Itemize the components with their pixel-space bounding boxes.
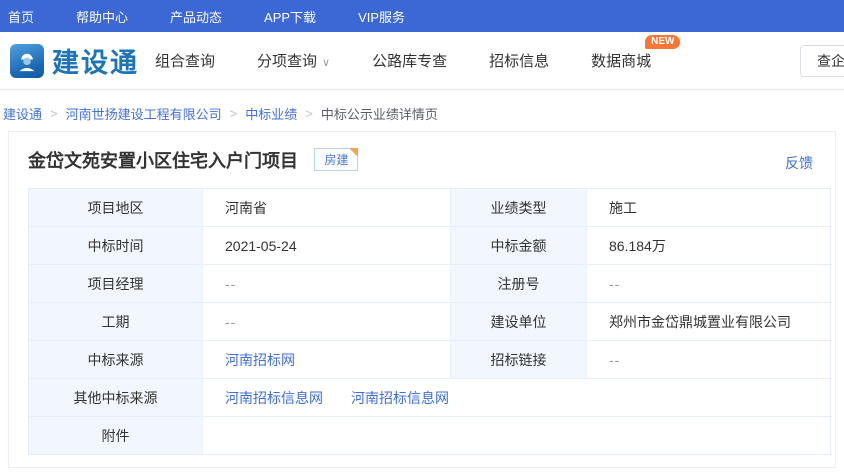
value-attachment xyxy=(202,417,832,455)
brand-name: 建设通 xyxy=(52,41,139,80)
value-win-amount: 86.184万 xyxy=(586,227,832,265)
value-construction-period: -- xyxy=(202,303,450,341)
label-win-date: 中标时间 xyxy=(29,227,202,265)
header-menu: 组合查询 分项查询 ∨ 公路库专查 招标信息 数据商城 NEW xyxy=(155,50,693,71)
value-owner-unit: 郑州市金岱鼎城置业有限公司 xyxy=(586,303,832,341)
breadcrumb-home[interactable]: 建设通 xyxy=(3,104,42,123)
project-info-table: 项目地区 河南省 业绩类型 施工 中标时间 2021-05-24 中标金额 86… xyxy=(28,188,831,455)
chevron-down-icon: ∨ xyxy=(322,57,330,69)
label-owner-unit: 建设单位 xyxy=(450,303,586,341)
top-nav-bar: 首页 帮助中心 产品动态 APP下载 VIP服务 xyxy=(0,0,844,32)
other-source-link-1[interactable]: 河南招标信息网 xyxy=(225,388,323,408)
label-construction-period: 工期 xyxy=(29,303,202,341)
other-source-link-2[interactable]: 河南招标信息网 xyxy=(351,388,449,408)
category-tag: 房建 xyxy=(314,148,358,171)
value-bid-link: -- xyxy=(586,341,832,379)
value-win-date: 2021-05-24 xyxy=(202,227,450,265)
menu-data-mall-label: 数据商城 xyxy=(591,53,651,70)
category-tag-label: 房建 xyxy=(324,153,348,167)
label-win-source: 中标来源 xyxy=(29,341,202,379)
brand-logo[interactable]: 建设通 xyxy=(10,41,139,80)
breadcrumb-win-record[interactable]: 中标业绩 xyxy=(245,104,297,123)
value-other-win-sources: 河南招标信息网 河南招标信息网 xyxy=(202,379,832,417)
menu-item-query[interactable]: 分项查询 ∨ xyxy=(257,50,330,71)
breadcrumb-separator: > xyxy=(230,106,238,121)
breadcrumb-separator: > xyxy=(50,106,58,121)
menu-bid-info[interactable]: 招标信息 xyxy=(489,50,549,71)
feedback-link[interactable]: 反馈 xyxy=(785,153,813,173)
breadcrumb-current-page: 中标公示业绩详情页 xyxy=(321,104,438,123)
label-bid-link: 招标链接 xyxy=(450,341,586,379)
search-company-button[interactable]: 查企业 xyxy=(800,45,844,77)
label-other-win-sources: 其他中标来源 xyxy=(29,379,202,417)
new-badge: NEW xyxy=(645,35,680,49)
menu-item-query-label: 分项查询 xyxy=(257,53,317,70)
value-project-manager: -- xyxy=(202,265,450,303)
label-attachment: 附件 xyxy=(29,417,202,455)
worker-logo-icon xyxy=(10,44,44,78)
page-title: 金岱文苑安置小区住宅入户门项目 xyxy=(28,147,298,173)
label-project-manager: 项目经理 xyxy=(29,265,202,303)
topnav-app-download[interactable]: APP下载 xyxy=(264,7,316,26)
value-win-source: 河南招标网 xyxy=(202,341,450,379)
win-source-link[interactable]: 河南招标网 xyxy=(225,350,295,370)
tag-fold-icon xyxy=(349,148,358,157)
topnav-help-center[interactable]: 帮助中心 xyxy=(76,7,128,26)
breadcrumb-company[interactable]: 河南世扬建设工程有限公司 xyxy=(66,104,222,123)
project-detail-card: 金岱文苑安置小区住宅入户门项目 房建 反馈 项目地区 河南省 业绩类型 施工 中… xyxy=(8,131,836,468)
label-project-region: 项目地区 xyxy=(29,189,202,227)
value-project-region: 河南省 xyxy=(202,189,450,227)
value-record-type: 施工 xyxy=(586,189,832,227)
menu-data-mall[interactable]: 数据商城 NEW xyxy=(591,50,651,71)
menu-highway-db-query[interactable]: 公路库专查 xyxy=(372,50,447,71)
card-header: 金岱文苑安置小区住宅入户门项目 房建 反馈 xyxy=(9,132,835,174)
topnav-home[interactable]: 首页 xyxy=(8,7,34,26)
label-registration-no: 注册号 xyxy=(450,265,586,303)
value-registration-no: -- xyxy=(586,265,832,303)
topnav-vip-service[interactable]: VIP服务 xyxy=(358,7,405,26)
menu-combined-query[interactable]: 组合查询 xyxy=(155,50,215,71)
label-win-amount: 中标金额 xyxy=(450,227,586,265)
breadcrumb: 建设通 > 河南世扬建设工程有限公司 > 中标业绩 > 中标公示业绩详情页 xyxy=(0,90,844,131)
breadcrumb-separator: > xyxy=(305,106,313,121)
topnav-product-news[interactable]: 产品动态 xyxy=(170,7,222,26)
label-record-type: 业绩类型 xyxy=(450,189,586,227)
main-header: 建设通 组合查询 分项查询 ∨ 公路库专查 招标信息 数据商城 NEW 查企业 xyxy=(0,32,844,90)
